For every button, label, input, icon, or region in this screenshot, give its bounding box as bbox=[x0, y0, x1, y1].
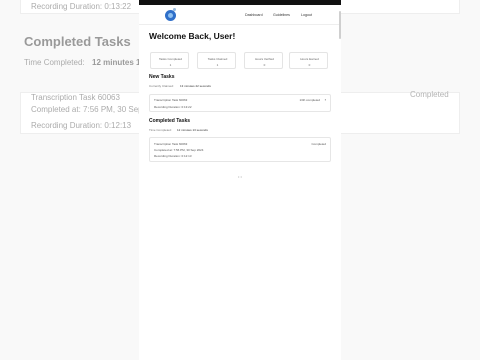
background-duration: Recording Duration: 0:12:13 bbox=[31, 121, 132, 130]
completed-task-date: Completed at: 7:56 PM, 30 Sep 2024 bbox=[154, 148, 204, 152]
new-task-name: Transcription Task 60063 bbox=[154, 98, 188, 102]
background-completed-at: Completed at: 7:56 PM, 30 Sep bbox=[31, 105, 143, 114]
app-screen: Dashboard Guidelines Logout Welcome Back… bbox=[139, 5, 341, 360]
new-task-progress: 13th completed bbox=[299, 98, 320, 102]
navigation-bar: Dashboard Guidelines Logout bbox=[139, 5, 341, 25]
nav-link-dashboard[interactable]: Dashboard bbox=[245, 13, 263, 17]
stat-card-hours-earned: Hours Earned 0 bbox=[289, 52, 328, 69]
stat-card-tasks-claimed: Tasks Claimed 1 bbox=[197, 52, 236, 69]
background-time-label: Time Completed: bbox=[24, 58, 85, 67]
background-time-value: 12 minutes 1 bbox=[92, 58, 141, 67]
completed-time-value: 12 minutes 13 seconds bbox=[177, 128, 208, 132]
background-heading: Completed Tasks bbox=[24, 34, 131, 49]
nav-link-guidelines[interactable]: Guidelines bbox=[273, 13, 290, 17]
new-task-card[interactable]: Transcription Task 60063 13th completed … bbox=[149, 94, 331, 112]
logo-icon[interactable] bbox=[165, 10, 176, 21]
completed-task-duration: Recording Duration: 0:12:13 bbox=[154, 154, 192, 158]
stat-label: Tasks Claimed bbox=[207, 57, 228, 61]
completed-task-status: Completed bbox=[311, 142, 326, 146]
completed-tasks-title: Completed Tasks bbox=[149, 118, 191, 124]
new-tasks-duration-value: 13 minutes 22 seconds bbox=[180, 84, 211, 88]
nav-link-logout[interactable]: Logout bbox=[301, 13, 312, 17]
stat-card-tasks-completed: Tasks Completed 1 bbox=[150, 52, 189, 69]
scrollbar[interactable] bbox=[339, 11, 341, 39]
welcome-heading: Welcome Back, User! bbox=[149, 31, 236, 41]
stat-label: Hours Earned bbox=[300, 57, 319, 61]
stat-card-hours-verified: Hours Verified 0 bbox=[244, 52, 283, 69]
completed-time-label: Time Completed: bbox=[149, 128, 172, 132]
stat-value: 1 bbox=[169, 63, 172, 67]
completed-task-name: Transcription Task 60063 bbox=[154, 142, 188, 146]
stat-label: Tasks Completed bbox=[158, 57, 182, 61]
background-status: Completed bbox=[410, 90, 449, 99]
stat-value: 0 bbox=[263, 63, 266, 67]
new-tasks-duration-label: Currently Claimed: bbox=[149, 84, 174, 88]
background-top-text: Recording Duration: 0:13:22 bbox=[31, 2, 132, 11]
logo-accent-icon bbox=[173, 8, 176, 11]
stat-label: Hours Verified bbox=[255, 57, 274, 61]
completed-task-card[interactable]: Transcription Task 60063 Completed Compl… bbox=[149, 137, 331, 162]
video-frame: Recording Duration: 0:13:22 Completed Ta… bbox=[0, 0, 480, 360]
stat-value: 1 bbox=[216, 63, 219, 67]
new-task-duration: Recording Duration: 0:13:22 bbox=[154, 105, 192, 109]
background-task-title: Transcription Task 60063 bbox=[31, 93, 120, 102]
new-tasks-title: New Tasks bbox=[149, 74, 175, 80]
stat-value: 0 bbox=[308, 63, 311, 67]
new-task-arrow-icon[interactable]: › bbox=[325, 97, 326, 102]
loading-indicator: • • bbox=[238, 174, 242, 179]
